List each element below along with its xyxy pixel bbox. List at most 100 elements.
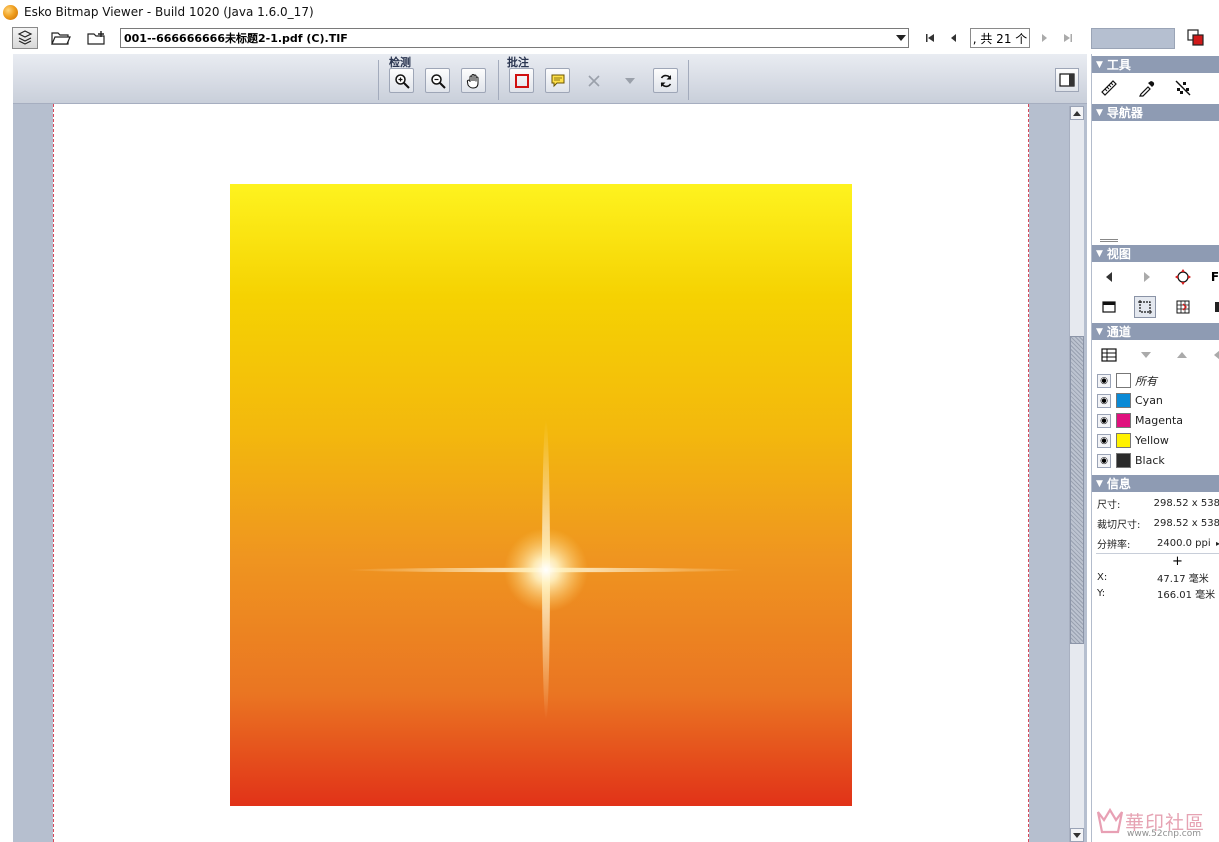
info-y-row: Y: 166.01 毫米 bbox=[1097, 585, 1219, 601]
delete-annotation-button[interactable] bbox=[581, 68, 606, 93]
info-x-value: 47.17 毫米 bbox=[1157, 573, 1209, 585]
zoom-out-button[interactable] bbox=[425, 68, 450, 93]
channel-swatch bbox=[1116, 413, 1131, 428]
fit-crop-button[interactable] bbox=[1134, 296, 1156, 318]
fit-letter[interactable]: F bbox=[1204, 266, 1219, 288]
info-header[interactable]: ▼ 信息 bbox=[1092, 475, 1219, 492]
open-folder-icon bbox=[51, 32, 71, 45]
chevron-right-icon bbox=[1144, 272, 1150, 282]
separator bbox=[378, 60, 379, 100]
separations-view-button[interactable] bbox=[1172, 296, 1194, 318]
eye-icon[interactable]: ◉ bbox=[1097, 373, 1111, 388]
chevron-left-icon bbox=[1214, 350, 1219, 360]
note-annotation-button[interactable] bbox=[545, 68, 570, 93]
channel-up-button[interactable] bbox=[1171, 344, 1193, 366]
window-mode-button[interactable] bbox=[1186, 28, 1206, 48]
status-box bbox=[1091, 28, 1175, 49]
viewer-toolbar: 检测 批注 bbox=[13, 54, 1087, 104]
eyedropper-icon bbox=[1139, 81, 1155, 97]
channel-name: Yellow bbox=[1135, 434, 1169, 447]
scroll-up-button[interactable] bbox=[1070, 106, 1084, 120]
crop-frame-icon bbox=[1138, 300, 1152, 314]
view-forward-button[interactable] bbox=[1136, 266, 1158, 288]
chevron-down-icon[interactable] bbox=[894, 29, 908, 47]
next-page-button[interactable] bbox=[1036, 30, 1052, 46]
page-indicator[interactable]: , 共 21 个 bbox=[970, 28, 1030, 48]
eye-icon[interactable]: ◉ bbox=[1097, 433, 1111, 448]
watermark-logo-icon bbox=[1096, 807, 1124, 834]
channel-more-button[interactable] bbox=[1206, 344, 1219, 366]
page-canvas[interactable] bbox=[53, 104, 1029, 842]
channel-row[interactable]: ◉ Yellow bbox=[1097, 431, 1219, 450]
info-y-value: 166.01 毫米 bbox=[1157, 589, 1216, 601]
channel-row[interactable]: ◉ Cyan bbox=[1097, 391, 1219, 410]
chevron-down-icon bbox=[1141, 352, 1151, 358]
rotate-view-button[interactable] bbox=[1172, 266, 1194, 288]
channel-table-button[interactable] bbox=[1098, 344, 1120, 366]
table-icon bbox=[1101, 348, 1117, 362]
navigator-header[interactable]: ▼ 导航器 bbox=[1092, 104, 1219, 121]
resize-grip[interactable] bbox=[1100, 239, 1118, 242]
bitmap-image bbox=[230, 184, 852, 806]
refresh-icon bbox=[660, 74, 671, 87]
view-header[interactable]: ▼ 视图 bbox=[1092, 245, 1219, 262]
view-back-button[interactable] bbox=[1098, 266, 1120, 288]
channel-swatch bbox=[1116, 373, 1131, 388]
ruler-tool[interactable] bbox=[1098, 77, 1120, 99]
checker-measure-icon bbox=[1175, 80, 1191, 96]
channel-row[interactable]: ◉ 所有 bbox=[1097, 371, 1219, 390]
info-x-label: X: bbox=[1097, 571, 1108, 583]
previous-page-button[interactable] bbox=[946, 30, 962, 46]
zoom-in-button[interactable] bbox=[389, 68, 414, 93]
first-page-button[interactable] bbox=[922, 30, 938, 46]
eyedropper-tool[interactable] bbox=[1136, 77, 1158, 99]
separator bbox=[688, 60, 689, 100]
open-file-button[interactable] bbox=[48, 27, 74, 49]
eye-icon[interactable]: ◉ bbox=[1097, 413, 1111, 428]
info-crop-row: 裁切尺寸: 298.52 x 538 bbox=[1097, 515, 1219, 531]
channel-name: Magenta bbox=[1135, 414, 1184, 427]
extra-view-button[interactable] bbox=[1206, 296, 1219, 318]
annotation-options-button[interactable] bbox=[617, 68, 642, 93]
scroll-thumb[interactable] bbox=[1070, 336, 1084, 644]
watermark: 華印社區 www.52cnp.com bbox=[1093, 800, 1219, 842]
chevron-down-icon bbox=[624, 77, 635, 84]
channel-name: Black bbox=[1135, 454, 1165, 467]
layers-button[interactable] bbox=[12, 27, 38, 49]
channel-name: Cyan bbox=[1135, 394, 1163, 407]
channel-down-button[interactable] bbox=[1135, 344, 1157, 366]
previous-page-icon bbox=[951, 34, 956, 42]
file-select[interactable]: 001--666666666未标题2-1.pdf (C).TIF bbox=[120, 28, 909, 48]
eye-icon[interactable]: ◉ bbox=[1097, 453, 1111, 468]
info-x-row: X: 47.17 毫米 bbox=[1097, 569, 1219, 585]
eye-icon[interactable]: ◉ bbox=[1097, 393, 1111, 408]
vertical-scrollbar[interactable] bbox=[1069, 106, 1084, 842]
view-header-label: 视图 bbox=[1106, 247, 1131, 261]
rectangle-annotation-button[interactable] bbox=[509, 68, 534, 93]
watermark-site: www.52cnp.com bbox=[1127, 829, 1202, 839]
channel-row[interactable]: ◉ Black bbox=[1097, 451, 1219, 470]
scroll-down-button[interactable] bbox=[1070, 828, 1084, 842]
density-tool[interactable] bbox=[1172, 77, 1194, 99]
channels-header-label: 通道 bbox=[1106, 325, 1131, 339]
last-page-button[interactable] bbox=[1060, 30, 1076, 46]
refresh-button[interactable] bbox=[653, 68, 678, 93]
info-crop-value: 298.52 x 538 bbox=[1153, 517, 1219, 529]
pan-hand-button[interactable] bbox=[461, 68, 486, 93]
info-resolution-label: 分辨率: bbox=[1097, 539, 1131, 551]
right-panel: ▼ 工具 ▼ 导航器 ▼ 视图 F ▼ 通道 ◉ 所有 ◉ Cyan ◉ Mag… bbox=[1091, 54, 1219, 842]
toggle-panel-button[interactable] bbox=[1055, 68, 1079, 92]
fit-page-button[interactable] bbox=[1098, 296, 1120, 318]
channel-row[interactable]: ◉ Magenta bbox=[1097, 411, 1219, 430]
zoom-out-icon bbox=[430, 73, 446, 89]
inspect-group: 检测 bbox=[383, 54, 503, 102]
overlap-windows-icon bbox=[1187, 29, 1204, 46]
channels-header[interactable]: ▼ 通道 bbox=[1092, 323, 1219, 340]
last-page-icon bbox=[1064, 34, 1072, 42]
chevron-left-icon bbox=[1106, 272, 1112, 282]
left-strip bbox=[0, 54, 13, 842]
info-resolution-row[interactable]: 分辨率: 2400.0 ppi ▸ bbox=[1097, 535, 1219, 551]
new-folder-button[interactable] bbox=[84, 27, 110, 49]
speech-bubble-icon bbox=[551, 74, 564, 87]
tools-header[interactable]: ▼ 工具 bbox=[1092, 56, 1219, 73]
